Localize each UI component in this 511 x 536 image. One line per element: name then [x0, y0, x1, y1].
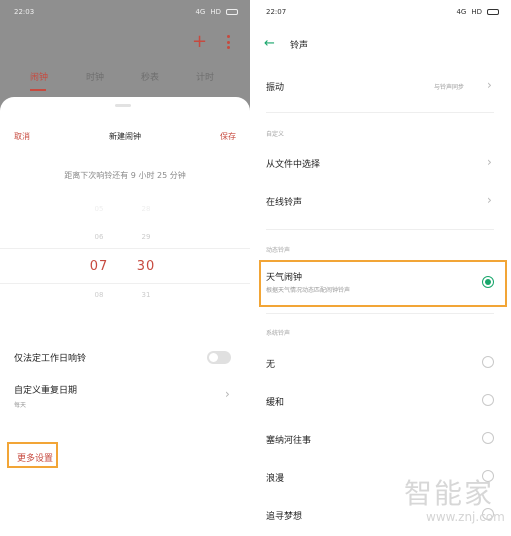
hour-option[interactable]: 08 [79, 291, 119, 299]
back-arrow-icon[interactable]: ← [264, 36, 275, 51]
picker-divider [0, 248, 250, 249]
battery-icon [226, 9, 238, 15]
picker-divider [0, 283, 250, 284]
next-ring-text: 距离下次响铃还有 9 小时 25 分钟 [64, 171, 186, 180]
chevron-right-icon[interactable]: › [487, 155, 492, 169]
sheet-header: 取消 新建闹钟 保存 [14, 131, 236, 142]
tone-item[interactable]: 浪漫 [266, 471, 284, 484]
page-title: 铃声 [290, 41, 309, 51]
section-system: 系统铃声 [266, 330, 291, 337]
network-label: 4G [195, 8, 206, 16]
vibrate-value: 与铃声同步 [434, 84, 465, 91]
left-phone-screen: 22:03 4G HD + 闹钟 时钟 秒表 计时 取消 新建闹钟 保存 距离下… [0, 0, 250, 536]
plus-icon[interactable]: + [192, 33, 207, 51]
hour-option[interactable]: 05 [79, 205, 119, 213]
workday-toggle[interactable] [207, 351, 231, 364]
more-settings-highlight: 更多设置 [7, 442, 58, 468]
hour-option[interactable]: 06 [79, 233, 119, 241]
tab-underline [30, 89, 46, 91]
tab-clock[interactable]: 时钟 [86, 70, 104, 83]
status-time: 22:07 [266, 8, 287, 16]
watermark-text: 智能家 [404, 477, 495, 510]
weather-alarm-highlight [259, 260, 507, 307]
more-vert-icon[interactable] [226, 35, 230, 49]
clock-tabs: 闹钟 时钟 秒表 计时 [0, 70, 250, 90]
status-bar: 22:07 4G HD [266, 6, 499, 18]
sheet-title: 新建闹钟 [109, 132, 141, 141]
radio-icon[interactable] [482, 432, 494, 444]
more-settings-link[interactable]: 更多设置 [17, 451, 53, 464]
save-button[interactable]: 保存 [220, 131, 236, 142]
chevron-right-icon[interactable]: › [487, 78, 492, 92]
tone-item[interactable]: 无 [266, 357, 275, 370]
tab-alarm[interactable]: 闹钟 [30, 70, 48, 83]
chevron-right-icon[interactable]: › [225, 387, 230, 401]
selected-minute[interactable]: 30 [126, 259, 166, 274]
radio-icon[interactable] [482, 394, 494, 406]
watermark-url: www.znj.com [426, 510, 505, 524]
tab-timer[interactable]: 计时 [196, 70, 214, 83]
from-file-item[interactable]: 从文件中选择 [266, 157, 320, 170]
cancel-button[interactable]: 取消 [14, 131, 30, 142]
weather-radio-icon[interactable] [482, 276, 494, 288]
status-time: 22:03 [14, 8, 35, 16]
radio-icon[interactable] [482, 356, 494, 368]
section-dynamic: 动态铃声 [266, 247, 291, 254]
tone-item[interactable]: 追寻梦想 [266, 509, 302, 522]
workday-label: 仅法定工作日响铃 [14, 354, 87, 364]
sheet-handle[interactable] [115, 104, 131, 107]
minute-option[interactable]: 29 [126, 233, 166, 241]
status-bar: 22:03 4G HD [14, 6, 238, 18]
divider [266, 112, 494, 113]
vibrate-label[interactable]: 振动 [266, 80, 284, 93]
chevron-right-icon[interactable]: › [487, 193, 492, 207]
weather-alarm-desc: 根据天气情况动态匹配闹钟铃声 [266, 287, 351, 294]
divider [266, 313, 494, 314]
tab-stopwatch[interactable]: 秒表 [141, 70, 159, 83]
weather-alarm-label[interactable]: 天气闹钟 [266, 270, 302, 283]
divider [266, 229, 494, 230]
tone-item[interactable]: 缓和 [266, 395, 284, 408]
network-label: 4G [456, 8, 467, 16]
section-custom: 自定义 [266, 131, 285, 138]
tone-item[interactable]: 塞纳河往事 [266, 433, 311, 446]
minute-option[interactable]: 31 [126, 291, 166, 299]
hd-label: HD [471, 8, 482, 16]
online-ringtone-item[interactable]: 在线铃声 [266, 195, 302, 208]
new-alarm-sheet: 取消 新建闹钟 保存 距离下次响铃还有 9 小时 25 分钟 05 06 07 … [0, 97, 250, 536]
repeat-label[interactable]: 自定义重复日期 [14, 383, 77, 396]
minute-option[interactable]: 28 [126, 205, 166, 213]
right-phone-screen: 22:07 4G HD ← 铃声 振动 与铃声同步 › 自定义 从文件中选择 ›… [256, 0, 511, 536]
status-icons: 4G HD [195, 8, 238, 16]
selected-hour[interactable]: 07 [79, 259, 119, 274]
status-icons: 4G HD [456, 8, 499, 16]
battery-icon [487, 9, 499, 15]
repeat-value: 每天 [14, 402, 27, 409]
hd-label: HD [210, 8, 221, 16]
